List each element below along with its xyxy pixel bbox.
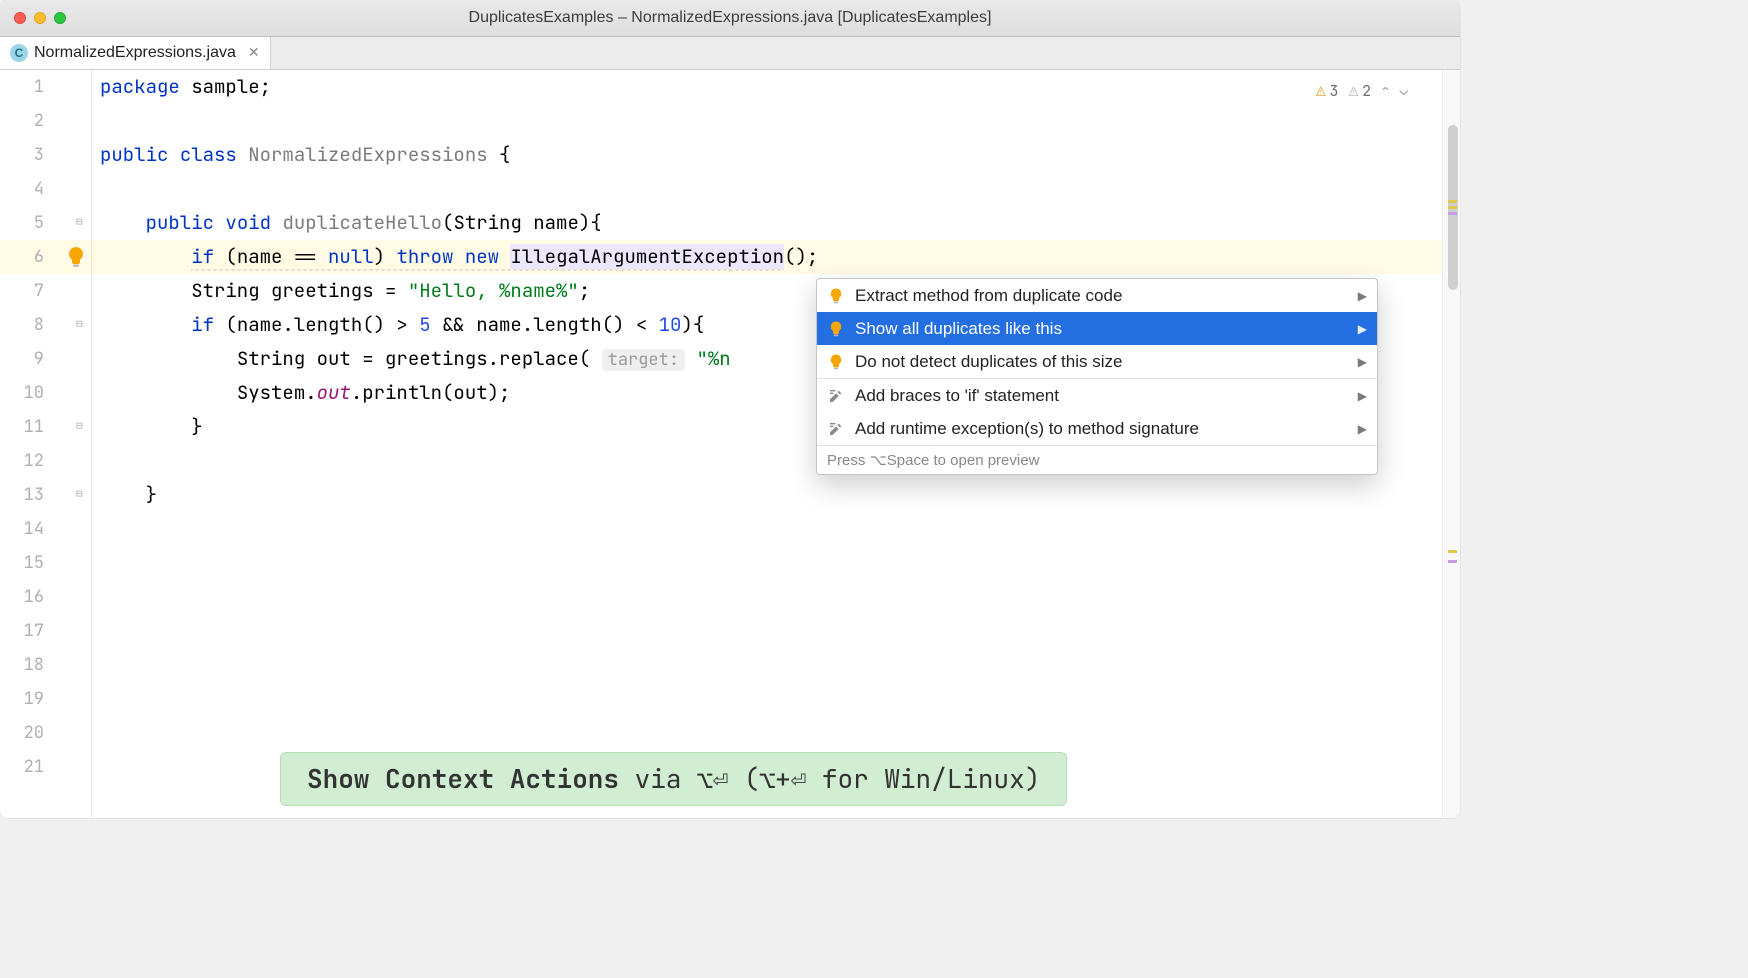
warning-icon: ⚠ (1316, 74, 1326, 108)
line-number: 9 (0, 348, 44, 370)
submenu-arrow-icon: ▶ (1358, 389, 1367, 403)
gutter: 1 2 3 4 5⊟ 6 7 8⊟ 9 10 11⊟ 12 13⊟ 14 15 … (0, 70, 92, 818)
line-number: 16 (0, 586, 44, 608)
bulb-icon (827, 287, 845, 305)
fold-close-icon[interactable]: ⊟ (76, 487, 83, 501)
line-number: 11 (0, 416, 44, 438)
line-number: 8 (0, 314, 44, 336)
tip-rest: via ⌥⏎ (⌥+⏎ for Win/Linux) (619, 761, 1040, 796)
tip-title: Show Context Actions (307, 761, 619, 796)
titlebar: DuplicatesExamples – NormalizedExpressio… (0, 0, 1460, 37)
line-number: 21 (0, 756, 44, 778)
chevron-down-icon[interactable]: ⌄ (1400, 74, 1408, 108)
submenu-arrow-icon: ▶ (1358, 422, 1367, 436)
chevron-up-icon[interactable]: ⌃ (1381, 74, 1389, 108)
line-number: 18 (0, 654, 44, 676)
intention-item-extract[interactable]: Extract method from duplicate code ▶ (817, 279, 1377, 312)
stripe-marker-warning[interactable] (1448, 206, 1457, 209)
intention-item-add-braces[interactable]: Add braces to 'if' statement ▶ (817, 379, 1377, 412)
class-file-icon: C (10, 44, 28, 62)
line-number: 14 (0, 518, 44, 540)
tab-label: NormalizedExpressions.java (34, 44, 236, 62)
app-window: DuplicatesExamples – NormalizedExpressio… (0, 0, 1460, 818)
menu-label: Add runtime exception(s) to method signa… (855, 419, 1199, 439)
fold-open-icon[interactable]: ⊟ (76, 317, 83, 331)
line-number: 2 (0, 110, 44, 132)
weak-warning-count: 2 (1362, 74, 1371, 108)
intention-popup: Extract method from duplicate code ▶ Sho… (816, 278, 1378, 475)
intention-item-ignore-size[interactable]: Do not detect duplicates of this size ▶ (817, 345, 1377, 378)
editor-tab[interactable]: C NormalizedExpressions.java ✕ (0, 36, 271, 69)
error-stripe[interactable] (1442, 70, 1460, 818)
line-number: 7 (0, 280, 44, 302)
line-number: 17 (0, 620, 44, 642)
editor-tabs: C NormalizedExpressions.java ✕ (0, 37, 1460, 70)
fold-close-icon[interactable]: ⊟ (76, 419, 83, 433)
intention-item-add-exception[interactable]: Add runtime exception(s) to method signa… (817, 412, 1377, 445)
line-number: 12 (0, 450, 44, 472)
bulb-icon (827, 320, 845, 338)
stripe-marker-warning[interactable] (1448, 550, 1457, 553)
line-number: 5 (0, 212, 44, 234)
line-number: 19 (0, 688, 44, 710)
window-title: DuplicatesExamples – NormalizedExpressio… (0, 9, 1460, 27)
popup-footer: Press ⌥Space to open preview (817, 445, 1377, 474)
line-number: 4 (0, 178, 44, 200)
inspection-widget[interactable]: ⚠3 ⚠2 ⌃ ⌄ (1316, 74, 1408, 108)
close-window-button[interactable] (14, 12, 26, 24)
submenu-arrow-icon: ▶ (1358, 355, 1367, 369)
stripe-marker-info[interactable] (1448, 560, 1457, 563)
line-number: 13 (0, 484, 44, 506)
menu-label: Do not detect duplicates of this size (855, 352, 1122, 372)
line-number: 3 (0, 144, 44, 166)
inlay-hint: target: (602, 349, 685, 371)
submenu-arrow-icon: ▶ (1358, 322, 1367, 336)
weak-warning-icon: ⚠ (1349, 74, 1359, 108)
submenu-arrow-icon: ▶ (1358, 289, 1367, 303)
stripe-marker-info[interactable] (1448, 212, 1457, 215)
editor: 1 2 3 4 5⊟ 6 7 8⊟ 9 10 11⊟ 12 13⊟ 14 15 … (0, 70, 1460, 818)
warning-count: 3 (1330, 74, 1339, 108)
line-number: 15 (0, 552, 44, 574)
line-number: 1 (0, 76, 44, 98)
stripe-marker-warning[interactable] (1448, 200, 1457, 203)
intention-item-show-duplicates[interactable]: Show all duplicates like this ▶ (817, 312, 1377, 345)
minimize-window-button[interactable] (34, 12, 46, 24)
menu-label: Extract method from duplicate code (855, 286, 1122, 306)
line-number: 6 (0, 246, 44, 268)
intention-bulb-icon[interactable] (64, 245, 88, 274)
zoom-window-button[interactable] (54, 12, 66, 24)
tip-banner: Show Context Actions via ⌥⏎ (⌥+⏎ for Win… (280, 752, 1067, 806)
menu-label: Add braces to 'if' statement (855, 386, 1059, 406)
edit-icon (827, 387, 845, 405)
edit-icon (827, 420, 845, 438)
fold-open-icon[interactable]: ⊟ (76, 215, 83, 229)
menu-label: Show all duplicates like this (855, 319, 1062, 339)
line-number: 10 (0, 382, 44, 404)
bulb-icon (827, 353, 845, 371)
close-tab-icon[interactable]: ✕ (248, 44, 260, 61)
line-number: 20 (0, 722, 44, 744)
